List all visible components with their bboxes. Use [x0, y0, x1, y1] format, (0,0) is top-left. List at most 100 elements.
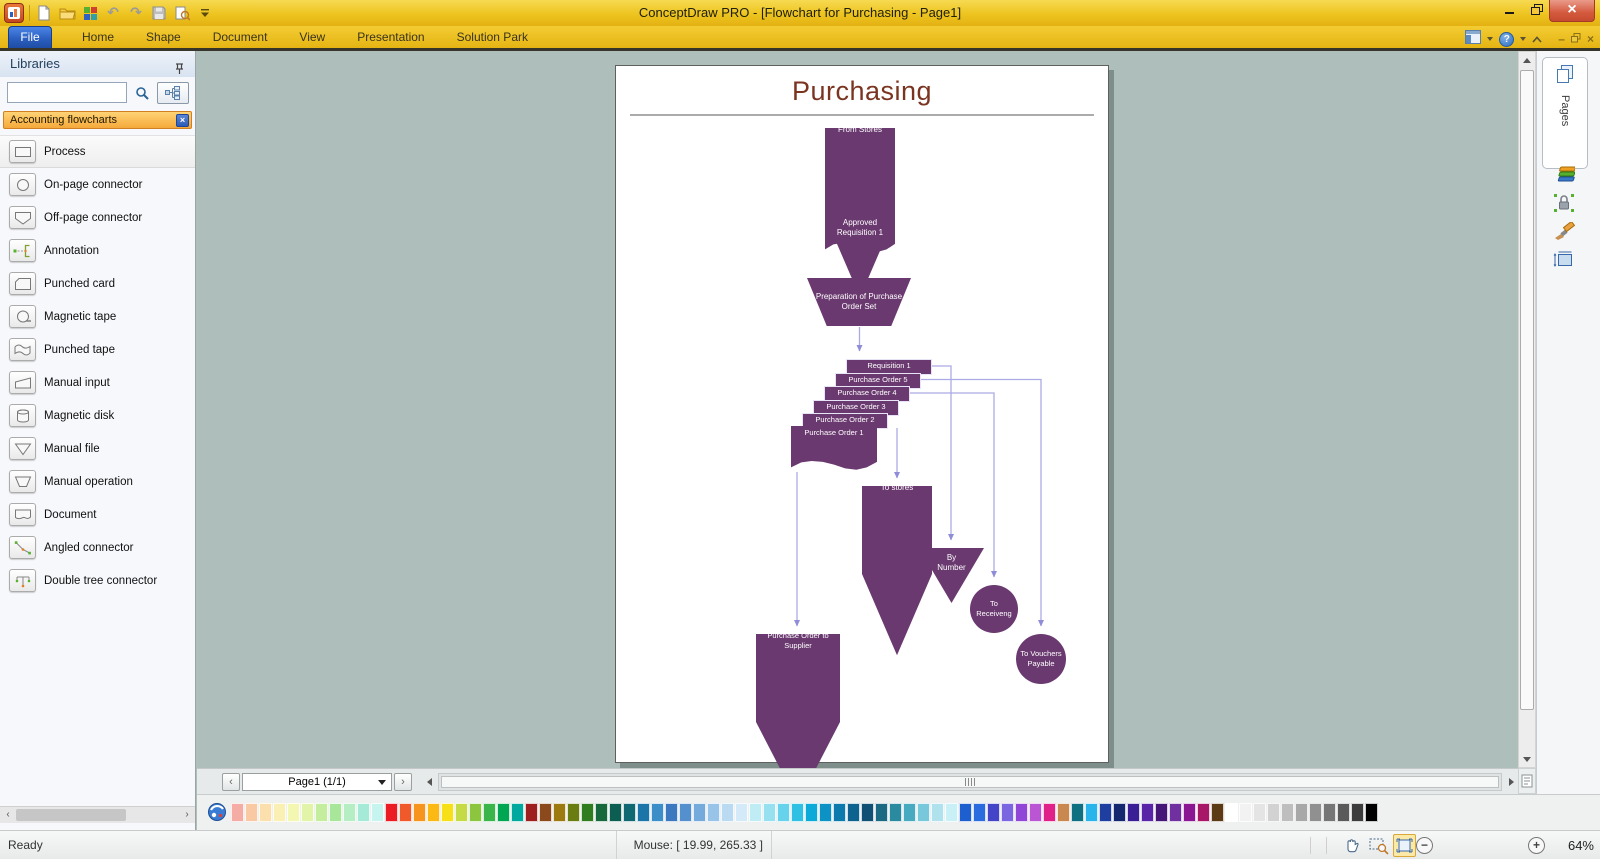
library-item-off-page-connector[interactable]: Off-page connector [0, 201, 195, 234]
palette-swatch[interactable] [1309, 803, 1322, 822]
palette-swatch[interactable] [581, 803, 594, 822]
palette-swatch[interactable] [329, 803, 342, 822]
magnetic-tape-icon[interactable] [9, 305, 36, 328]
palette-swatch[interactable] [455, 803, 468, 822]
previous-page-button[interactable]: ‹ [222, 773, 240, 791]
palette-swatch[interactable] [805, 803, 818, 822]
tab-shape[interactable]: Shape [130, 26, 197, 48]
palette-swatch[interactable] [343, 803, 356, 822]
palette-swatch[interactable] [987, 803, 1000, 822]
palette-swatch[interactable] [1323, 803, 1336, 822]
next-page-button[interactable]: › [394, 773, 412, 791]
fit-page-icon[interactable] [1393, 834, 1416, 857]
library-item-manual-file[interactable]: Manual file [0, 432, 195, 465]
tab-solution-park[interactable]: Solution Park [441, 26, 544, 48]
canvas-horizontal-scrollbar[interactable] [438, 773, 1502, 791]
angled-connector-icon[interactable] [9, 536, 36, 559]
scroll-right-icon[interactable] [1504, 773, 1518, 791]
scrollbar-thumb[interactable] [16, 809, 126, 821]
palette-swatch[interactable] [1029, 803, 1042, 822]
palette-swatch[interactable] [273, 803, 286, 822]
scroll-left-icon[interactable]: ‹ [0, 807, 16, 823]
close-button[interactable]: × [1549, 0, 1595, 22]
restore-button[interactable] [1526, 0, 1548, 20]
palette-swatch[interactable] [875, 803, 888, 822]
library-item-document[interactable]: Document [0, 498, 195, 531]
tab-view[interactable]: View [283, 26, 341, 48]
on-page-connector-icon[interactable] [9, 173, 36, 196]
palette-swatch[interactable] [1337, 803, 1350, 822]
pan-hand-icon[interactable] [1340, 834, 1363, 857]
palette-swatch[interactable] [567, 803, 580, 822]
palette-swatch[interactable] [371, 803, 384, 822]
tab-document[interactable]: Document [197, 26, 284, 48]
tab-home[interactable]: Home [66, 26, 130, 48]
palette-swatch[interactable] [301, 803, 314, 822]
process-icon[interactable] [9, 140, 36, 163]
palette-swatch[interactable] [413, 803, 426, 822]
punched-tape-icon[interactable] [9, 338, 36, 361]
palette-swatch[interactable] [1127, 803, 1140, 822]
window-layout-dropdown-icon[interactable] [1487, 37, 1494, 41]
document-page[interactable]: Purchasing From Stores Approved Requisit… [615, 65, 1109, 768]
palette-swatch[interactable] [749, 803, 762, 822]
layers-icon[interactable] [1551, 163, 1577, 187]
zoom-in-button[interactable]: + [1528, 837, 1545, 854]
help-icon[interactable]: ? [1499, 31, 1515, 47]
palette-swatch[interactable] [1211, 803, 1224, 822]
palette-swatch[interactable] [1155, 803, 1168, 822]
palette-swatch[interactable] [1225, 803, 1238, 822]
palette-swatch[interactable] [245, 803, 258, 822]
palette-swatch[interactable] [959, 803, 972, 822]
library-item-magnetic-tape[interactable]: Magnetic tape [0, 300, 195, 333]
child-close-icon[interactable]: × [1587, 33, 1594, 45]
palette-swatch[interactable] [623, 803, 636, 822]
lock-icon[interactable] [1551, 191, 1577, 215]
palette-swatch[interactable] [441, 803, 454, 822]
palette-swatch[interactable] [287, 803, 300, 822]
palette-swatch[interactable] [819, 803, 832, 822]
palette-swatch[interactable] [525, 803, 538, 822]
palette-swatch[interactable] [539, 803, 552, 822]
palette-swatch[interactable] [483, 803, 496, 822]
palette-swatch[interactable] [231, 803, 244, 822]
library-item-magnetic-disk[interactable]: Magnetic disk [0, 399, 195, 432]
palette-swatch[interactable] [357, 803, 370, 822]
palette-swatch[interactable] [1043, 803, 1056, 822]
palette-swatch[interactable] [1295, 803, 1308, 822]
scroll-up-icon[interactable] [1519, 52, 1535, 68]
libraries-horizontal-scrollbar[interactable]: ‹ › [0, 806, 195, 823]
palette-swatch[interactable] [917, 803, 930, 822]
scroll-down-icon[interactable] [1519, 751, 1535, 767]
document-icon[interactable] [9, 503, 36, 526]
palette-swatch[interactable] [931, 803, 944, 822]
library-item-angled-connector[interactable]: Angled connector [0, 531, 195, 564]
palette-swatch[interactable] [861, 803, 874, 822]
library-group-header[interactable]: Accounting flowcharts × [3, 111, 192, 129]
palette-swatch[interactable] [553, 803, 566, 822]
tab-presentation[interactable]: Presentation [341, 26, 440, 48]
palette-swatch[interactable] [707, 803, 720, 822]
library-item-manual-input[interactable]: Manual input [0, 366, 195, 399]
palette-swatch[interactable] [889, 803, 902, 822]
palette-swatch[interactable] [1365, 803, 1378, 822]
library-item-double-tree-connector[interactable]: Double tree connector [0, 564, 195, 597]
window-layout-icon[interactable] [1465, 29, 1482, 49]
palette-swatch[interactable] [1071, 803, 1084, 822]
zoom-marquee-icon[interactable] [1367, 834, 1390, 857]
close-library-icon[interactable]: × [176, 114, 189, 127]
tab-file[interactable]: File [8, 26, 52, 48]
palette-swatch[interactable] [847, 803, 860, 822]
palette-swatch[interactable] [609, 803, 622, 822]
palette-swatch[interactable] [693, 803, 706, 822]
palette-swatch[interactable] [1253, 803, 1266, 822]
library-item-punched-card[interactable]: Punched card [0, 267, 195, 300]
palette-swatch[interactable] [1001, 803, 1014, 822]
palette-swatch[interactable] [679, 803, 692, 822]
palette-swatch[interactable] [721, 803, 734, 822]
color-theme-icon[interactable] [207, 802, 227, 822]
magnetic-disk-icon[interactable] [9, 404, 36, 427]
double-tree-connector-icon[interactable] [9, 569, 36, 592]
palette-swatch[interactable] [1281, 803, 1294, 822]
palette-swatch[interactable] [1197, 803, 1210, 822]
